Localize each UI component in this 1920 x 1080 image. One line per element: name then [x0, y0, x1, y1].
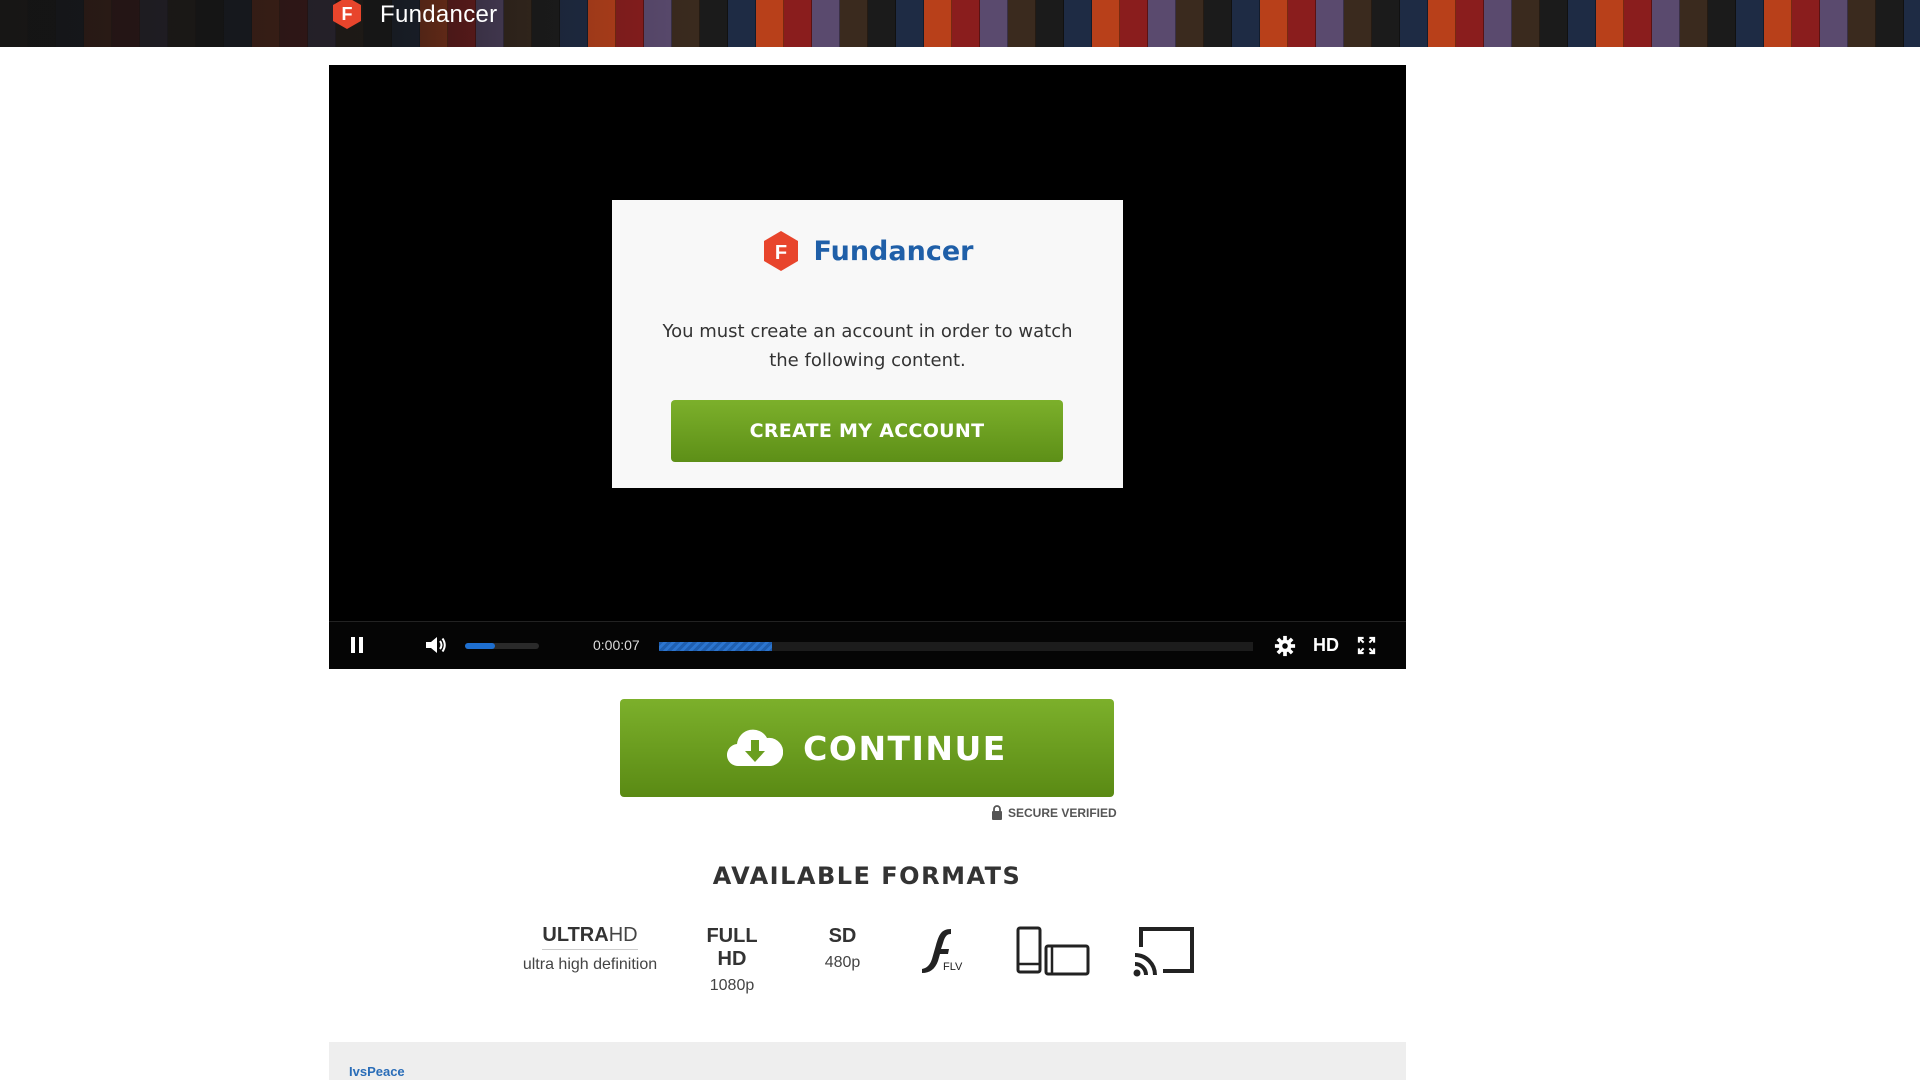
sd-sub: 480p [824, 954, 861, 971]
fundancer-logo-icon: F [763, 231, 798, 271]
secure-badge: SECURE VERIFIED [991, 805, 1117, 820]
cloud-download-icon [727, 729, 784, 767]
volume-icon[interactable] [424, 635, 448, 655]
quality-toggle[interactable]: HD [1313, 635, 1339, 656]
fullscreen-icon[interactable] [1357, 636, 1376, 655]
modal-logo: F Fundancer [612, 230, 1123, 272]
svg-text:F: F [342, 4, 353, 24]
modal-brand-name: Fundancer [813, 235, 974, 267]
fundancer-logo-icon: F [333, 0, 361, 29]
seek-bar[interactable] [659, 642, 1253, 651]
modal-message: You must create an account in order to w… [662, 321, 1073, 371]
brand-logo[interactable]: F Fundancer [330, 0, 497, 30]
volume-level [465, 643, 495, 649]
svg-text:F: F [774, 242, 786, 264]
current-time: 0:00:07 [593, 637, 640, 653]
comment-username-link[interactable]: IvsPeace [349, 1064, 405, 1079]
devices-icon [1016, 926, 1090, 976]
ultra-bold: ULTRA [542, 924, 609, 946]
player-controls: 0:00:07 HD [329, 621, 1406, 669]
continue-button[interactable]: CONTINUE [620, 699, 1114, 797]
signup-modal: F Fundancer You must create an account i… [612, 200, 1123, 488]
pause-icon[interactable] [351, 637, 363, 653]
gear-icon[interactable] [1274, 635, 1296, 657]
sd-label: SD [828, 925, 857, 947]
cast-icon [1133, 927, 1194, 977]
continue-label: CONTINUE [803, 728, 1007, 768]
brand-name: Fundancer [380, 1, 498, 28]
comments-section: IvsPeace [329, 1042, 1406, 1080]
playback-progress [659, 642, 772, 651]
flash-flv-icon: FLV [922, 929, 963, 973]
full-hd-label: FULL HD [706, 925, 758, 970]
header-banner: F Fundancer [0, 0, 1920, 47]
ultra-sub: ultra high definition [522, 956, 658, 973]
full-hd-sub: 1080p [709, 977, 755, 994]
volume-slider[interactable] [465, 643, 539, 649]
formats-title: AVAILABLE FORMATS [712, 862, 1022, 890]
secure-text: SECURE VERIFIED [1008, 805, 1117, 820]
ultra-thin: HD [608, 924, 638, 946]
flv-label: FLV [943, 961, 963, 973]
format-sd: SD 480p [815, 925, 870, 972]
format-ultra-hd: ULTRAHD ultra high definition [515, 924, 665, 974]
video-player[interactable]: F Fundancer You must create an account i… [329, 65, 1406, 669]
format-full-hd: FULL HD 1080p [690, 925, 774, 995]
create-account-button[interactable]: CREATE MY ACCOUNT [671, 400, 1063, 462]
lock-icon [992, 805, 1002, 820]
